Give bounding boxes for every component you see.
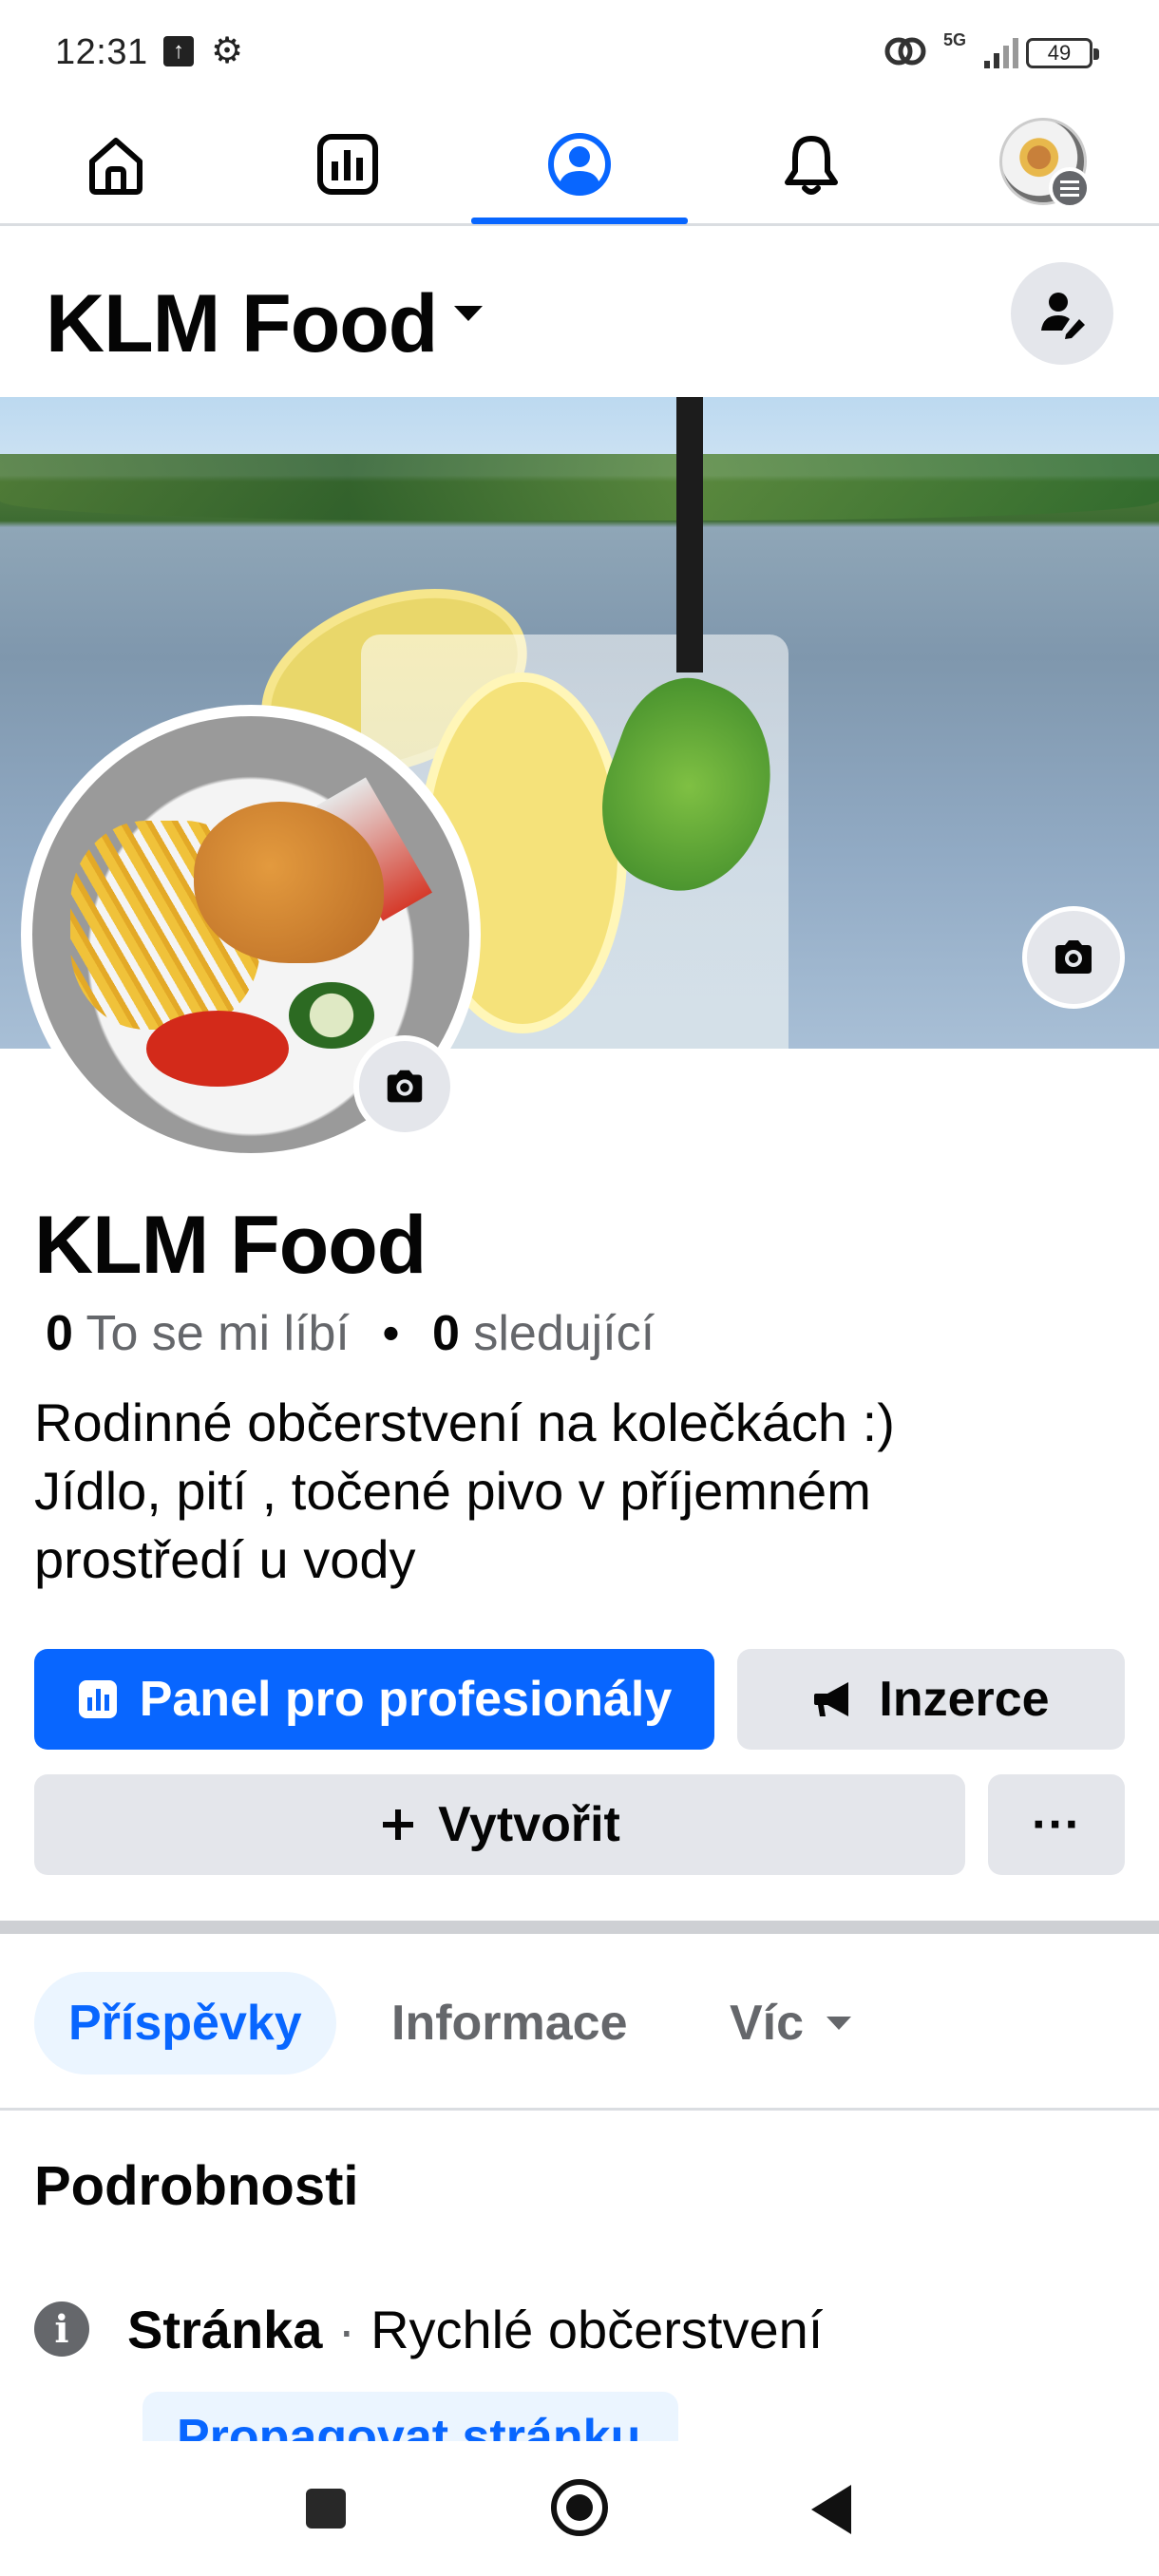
tab-more[interactable]: Víc	[695, 1972, 885, 2074]
professional-dashboard-button[interactable]: Panel pro profesionály	[34, 1649, 714, 1750]
profile-icon	[548, 132, 611, 196]
status-bar: 12:31 ↑ ⚙ 5G 49	[0, 0, 1159, 104]
tab-posts[interactable]: Příspěvky	[34, 1972, 336, 2074]
tab-info[interactable]: Informace	[357, 1972, 662, 2074]
nav-dashboard[interactable]	[291, 104, 405, 223]
create-button[interactable]: Vytvořit	[34, 1774, 965, 1875]
bio-line: prostředí u vody	[34, 1529, 416, 1589]
create-label: Vytvořit	[438, 1797, 620, 1852]
professional-dashboard-label: Panel pro profesionály	[139, 1672, 673, 1727]
switch-profile-button[interactable]	[1011, 262, 1113, 365]
nav-home[interactable]	[59, 104, 173, 223]
gear-icon: ⚙	[211, 31, 244, 71]
page-type-label: Stránka	[127, 2299, 323, 2359]
caret-down-icon[interactable]	[454, 306, 483, 321]
bio-line: Jídlo, pití , točené pivo v příjemném	[34, 1461, 871, 1521]
home-icon	[89, 137, 142, 195]
ads-button[interactable]: Inzerce	[737, 1649, 1125, 1750]
cover-straw	[676, 397, 703, 672]
detail-separator: ·	[337, 2299, 356, 2359]
back-button[interactable]	[811, 2485, 851, 2534]
ads-label: Inzerce	[879, 1672, 1050, 1727]
page-switcher-title[interactable]: KLM Food	[46, 277, 438, 371]
followers-count: 0	[431, 1306, 460, 1361]
tab-posts-label: Příspěvky	[68, 1996, 302, 2051]
caret-down-icon	[826, 2017, 852, 2030]
nav-notifications[interactable]	[754, 104, 868, 223]
details-heading: Podrobnosti	[34, 2155, 359, 2217]
more-options-label: ···	[1032, 1797, 1081, 1852]
nav-profile[interactable]	[522, 104, 636, 223]
menu-icon[interactable]	[1049, 167, 1091, 209]
section-divider	[0, 1921, 1159, 1934]
detail-page-category: i Stránka · Rychlé občerstvení	[34, 2291, 823, 2367]
bio-line: Rodinné občerstvení na kolečkách :)	[34, 1392, 895, 1452]
battery-indicator: 49	[1026, 38, 1099, 68]
profile-tabs: Příspěvky Informace Víc	[0, 1934, 1159, 2111]
top-navigation	[0, 104, 1159, 226]
status-time: 12:31	[55, 32, 148, 72]
tab-more-label: Víc	[730, 1996, 805, 2051]
dashboard-icon	[317, 133, 378, 195]
bell-icon	[785, 135, 838, 195]
info-icon: i	[34, 2301, 89, 2357]
camera-icon	[1055, 940, 1092, 974]
profile-name: KLM Food	[34, 1200, 427, 1291]
likes-label[interactable]: To se mi líbí	[86, 1306, 349, 1361]
profile-bio: Rodinné občerstvení na kolečkách :) Jídl…	[34, 1389, 1108, 1594]
network-type: 5G	[943, 30, 967, 49]
cover-trees	[0, 454, 1159, 521]
link-icon	[884, 37, 926, 66]
stats-separator: •	[382, 1306, 400, 1361]
profile-stats: 0 To se mi líbí • 0 sledující	[46, 1305, 655, 1362]
pp-cucumber	[289, 982, 374, 1049]
page-category: Rychlé občerstvení	[370, 2299, 824, 2359]
recent-apps-button[interactable]	[306, 2489, 346, 2529]
upload-icon: ↑	[163, 36, 194, 66]
active-tab-indicator	[471, 218, 688, 224]
dashboard-icon	[78, 1680, 117, 1718]
system-navigation-bar	[0, 2441, 1159, 2576]
pp-tomato	[146, 1011, 289, 1087]
tab-info-label: Informace	[391, 1996, 628, 2051]
home-button[interactable]	[551, 2479, 608, 2536]
person-edit-icon	[1041, 293, 1085, 339]
edit-profile-picture-button[interactable]	[353, 1035, 456, 1138]
edit-cover-button[interactable]	[1022, 906, 1125, 1009]
likes-count: 0	[46, 1306, 73, 1361]
plus-icon	[383, 1809, 414, 1840]
camera-icon	[387, 1070, 423, 1103]
more-options-button[interactable]: ···	[988, 1774, 1125, 1875]
megaphone-icon	[814, 1682, 849, 1716]
followers-label[interactable]: sledující	[473, 1306, 655, 1361]
page-header: KLM Food	[0, 228, 1159, 399]
